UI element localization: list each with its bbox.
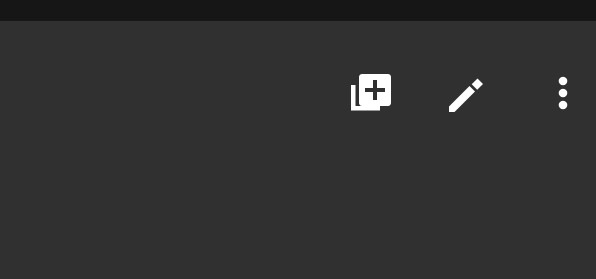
more-options-button[interactable] xyxy=(539,70,587,118)
add-to-library-button[interactable] xyxy=(347,70,395,118)
library-add-icon xyxy=(347,70,395,118)
app-bar xyxy=(0,21,596,279)
status-bar xyxy=(0,0,596,21)
edit-button[interactable] xyxy=(443,70,491,118)
pencil-icon xyxy=(443,70,491,118)
more-vertical-icon xyxy=(539,70,587,118)
